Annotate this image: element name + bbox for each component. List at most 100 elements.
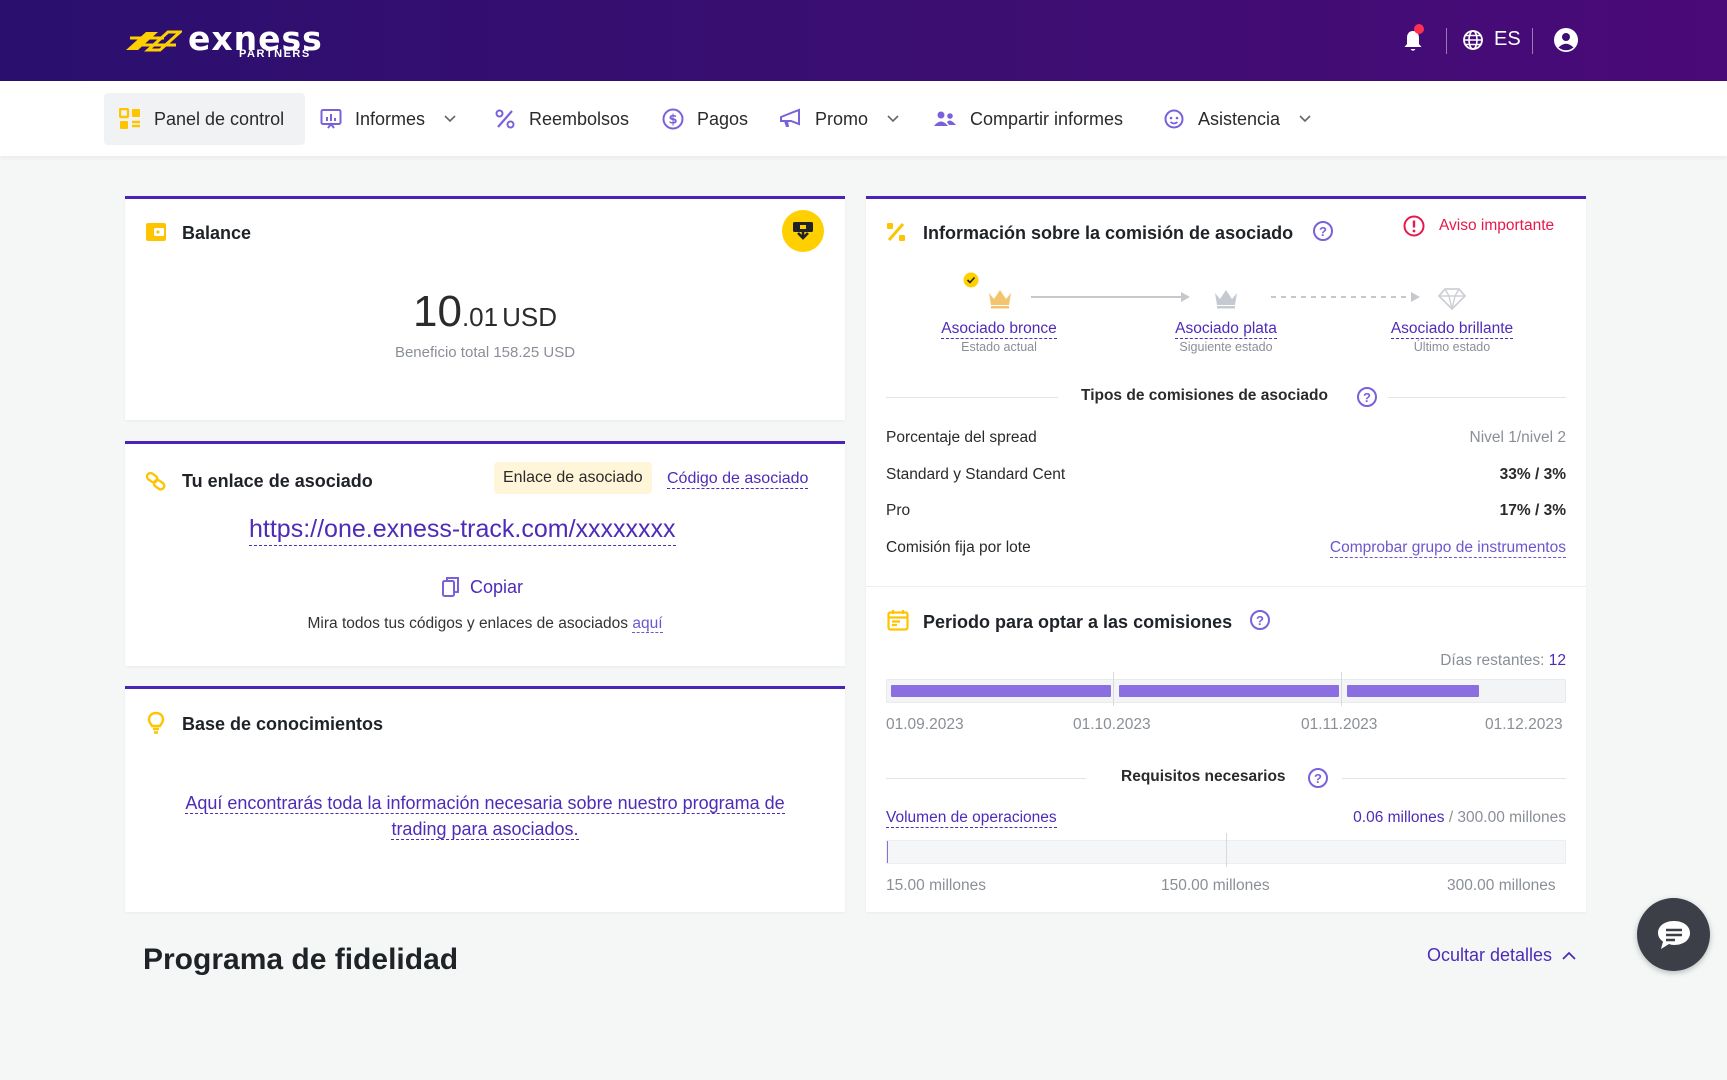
tier-silver: Asociado plata Siguiente estado [1136, 319, 1316, 354]
period-tick [1113, 672, 1114, 706]
chat-bubble-icon [1657, 920, 1690, 949]
download-icon [793, 222, 813, 240]
commission-row: Pro 17% / 3% [886, 502, 1566, 524]
tier-name[interactable]: Asociado plata [1175, 319, 1277, 339]
knowledge-base-card: Base de conocimientos Aquí encontrarás t… [125, 686, 845, 912]
check-instruments-link[interactable]: Comprobar grupo de instrumentos [1329, 539, 1566, 558]
support-icon [1164, 109, 1184, 129]
crown-silver-icon [1215, 290, 1237, 309]
row-label: Standard y Standard Cent [886, 466, 1066, 483]
tier-brilliant: Asociado brillante Último estado [1362, 319, 1542, 354]
balance-title: Balance [182, 223, 252, 243]
top-bar: exness PARTNERS ES [0, 0, 1727, 81]
volume-row: Volumen de operaciones 0.06 millones / 3… [886, 809, 1566, 831]
header-divider [1446, 28, 1447, 54]
nav-item-promo[interactable]: Promo [763, 93, 914, 145]
language-code: ES [1494, 28, 1521, 50]
important-notice[interactable]: Aviso importante [1403, 215, 1554, 237]
help-icon[interactable]: ? [1357, 387, 1377, 407]
copy-button[interactable]: Copiar [442, 576, 523, 598]
tier-name[interactable]: Asociado bronce [941, 319, 1057, 339]
tier-status: Último estado [1413, 340, 1491, 354]
affiliate-link-card: Tu enlace de asociado Enlace de asociado… [125, 441, 845, 666]
percent-icon [495, 109, 515, 129]
help-icon[interactable]: ? [1250, 610, 1270, 630]
requirements-heading: Requisitos necesarios ? [886, 766, 1566, 790]
nav-item-dashboard[interactable]: Panel de control [104, 93, 305, 145]
knowledge-link-line1: Aquí encontrarás toda la información nec… [185, 793, 785, 814]
period-title: Periodo para optar a las comisiones [923, 612, 1233, 632]
balance-amount: 10.01 USD [125, 287, 845, 337]
nav-item-support[interactable]: Asistencia [1148, 93, 1326, 145]
volume-total: / 300.00 millones [1448, 809, 1566, 826]
download-button[interactable] [782, 210, 824, 252]
days-remaining: Días restantes: 12 [1440, 652, 1566, 670]
chat-button[interactable] [1637, 898, 1710, 971]
help-icon[interactable]: ? [1313, 221, 1333, 241]
chevron-down-icon [887, 115, 899, 123]
volume-progress [886, 833, 1566, 867]
period-progress [886, 672, 1566, 706]
dashboard-icon [119, 108, 140, 129]
loyalty-title: Programa de fidelidad [143, 943, 459, 976]
chevron-down-icon [444, 115, 456, 123]
commission-types-heading: Tipos de comisiones de asociado ? [886, 385, 1566, 409]
row-label: Comisión fija por lote [886, 539, 1031, 556]
trading-volume-link[interactable]: Volumen de operaciones [886, 809, 1057, 828]
knowledge-link-line2: trading para asociados. [391, 819, 579, 840]
nav-label: Panel de control [154, 108, 285, 129]
header-divider [1532, 28, 1533, 54]
dollar-circle-icon: $ [662, 108, 684, 130]
affiliate-url[interactable]: https://one.exness-track.com/xxxxxxxx [249, 514, 676, 546]
chevron-down-icon [1299, 115, 1311, 123]
nav-item-payments[interactable]: $ Pagos [647, 93, 763, 145]
knowledge-link[interactable]: Aquí encontrarás toda la información nec… [165, 790, 805, 842]
affiliate-note-link[interactable]: aquí [632, 615, 663, 633]
commission-title: Información sobre la comisión de asociad… [923, 223, 1294, 243]
link-icon [145, 471, 166, 491]
percent-icon [887, 223, 905, 241]
balance-currency: USD [502, 302, 557, 332]
tab-affiliate-code[interactable]: Código de asociado [667, 469, 809, 489]
nav-label: Reembolsos [529, 108, 630, 129]
volume-mark: 150.00 millones [1161, 877, 1270, 894]
commission-types-title: Tipos de comisiones de asociado [1081, 387, 1328, 404]
users-icon [934, 111, 956, 126]
nav-item-share-reports[interactable]: Compartir informes [918, 93, 1138, 145]
section-divider [866, 586, 1586, 587]
row-value: 33% / 3% [1499, 466, 1566, 483]
tier-name[interactable]: Asociado brillante [1390, 319, 1514, 339]
language-selector[interactable]: ES [1462, 28, 1521, 51]
knowledge-title: Base de conocimientos [182, 714, 384, 734]
help-icon[interactable]: ? [1308, 768, 1328, 788]
user-account-icon[interactable] [1553, 27, 1579, 53]
period-segment [891, 685, 1111, 697]
nav-item-rebates[interactable]: Reembolsos [479, 93, 644, 145]
total-profit: Beneficio total 158.25 USD [394, 344, 576, 361]
tab-affiliate-link[interactable]: Enlace de asociado [494, 462, 652, 494]
nav-label: Informes [355, 108, 426, 129]
nav-label: Asistencia [1198, 108, 1281, 129]
row-label: Pro [886, 502, 911, 519]
volume-mark: 300.00 millones [1447, 877, 1556, 894]
svg-text:$: $ [668, 113, 677, 128]
affiliate-title: Tu enlace de asociado [182, 471, 373, 491]
volume-value: 0.06 millones / 300.00 millones [1353, 809, 1566, 827]
row-value: 17% / 3% [1499, 502, 1566, 519]
checkmark-badge-icon [963, 272, 979, 288]
calendar-icon [887, 610, 909, 631]
volume-tick [1226, 833, 1227, 867]
nav-label: Compartir informes [970, 108, 1124, 129]
volume-current: 0.06 millones [1353, 809, 1445, 826]
hide-details-toggle[interactable]: Ocultar detalles [1427, 945, 1576, 966]
dashed-arrow-right-icon [1271, 292, 1420, 302]
nav-item-reports[interactable]: Informes [305, 93, 471, 145]
requirements-title: Requisitos necesarios [1121, 768, 1286, 785]
period-date: 01.11.2023 [1301, 716, 1378, 733]
balance-integer: 10 [412, 287, 462, 336]
arrow-right-icon [1031, 292, 1190, 302]
period-date: 01.09.2023 [886, 716, 964, 733]
affiliate-note: Mira todos tus códigos y enlaces de asoc… [125, 615, 845, 633]
volume-mark: 15.00 millones [886, 877, 986, 894]
exness-logo[interactable]: exness PARTNERS [124, 19, 324, 66]
